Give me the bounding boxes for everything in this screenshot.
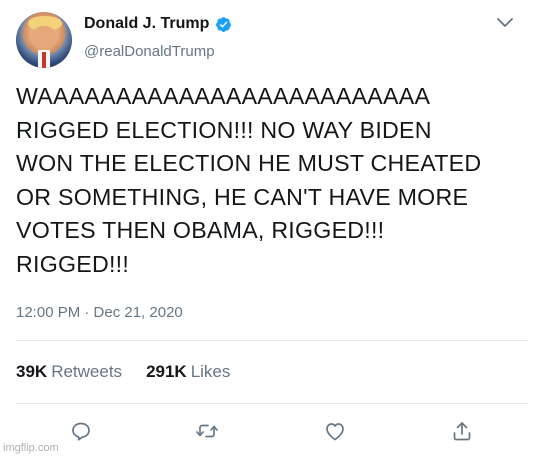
chevron-down-icon[interactable] [494, 14, 516, 32]
reply-icon [72, 422, 90, 441]
retweets-count: 39K [16, 362, 48, 381]
avatar-tie [42, 52, 46, 68]
divider [16, 403, 528, 404]
avatar[interactable] [16, 12, 72, 68]
watermark: imgflip.com [3, 442, 59, 454]
retweets-label: Retweets [51, 362, 123, 381]
divider [16, 340, 528, 341]
retweet-icon [196, 424, 218, 438]
avatar-face [32, 26, 56, 50]
share-button[interactable] [445, 414, 479, 448]
retweet-button[interactable] [190, 414, 224, 448]
tweet-timestamp[interactable]: 12:00 PM · Dec 21, 2020 [16, 304, 183, 321]
display-name[interactable]: Donald J. Trump [84, 15, 209, 33]
like-button[interactable] [318, 414, 352, 448]
tweet-card: Donald J. Trump @realDonaldTrump WAAAAAA… [0, 0, 544, 458]
likes-count: 291K [146, 362, 187, 381]
heart-icon [326, 423, 344, 441]
retweets-stat[interactable]: 39K Retweets [16, 362, 122, 382]
tweet-text: WAAAAAAAAAAAAAAAAAAAAAAAAA RIGGED ELECTI… [16, 83, 482, 277]
name-row: Donald J. Trump [84, 15, 232, 33]
action-bar [0, 414, 544, 448]
likes-stat[interactable]: 291K Likes [146, 362, 230, 382]
verified-badge-icon [215, 16, 232, 33]
share-icon [453, 422, 471, 441]
user-handle[interactable]: @realDonaldTrump [84, 43, 215, 60]
reply-button[interactable] [64, 414, 98, 448]
likes-label: Likes [190, 362, 231, 381]
tweet-stats: 39K Retweets 291K Likes [16, 362, 230, 382]
